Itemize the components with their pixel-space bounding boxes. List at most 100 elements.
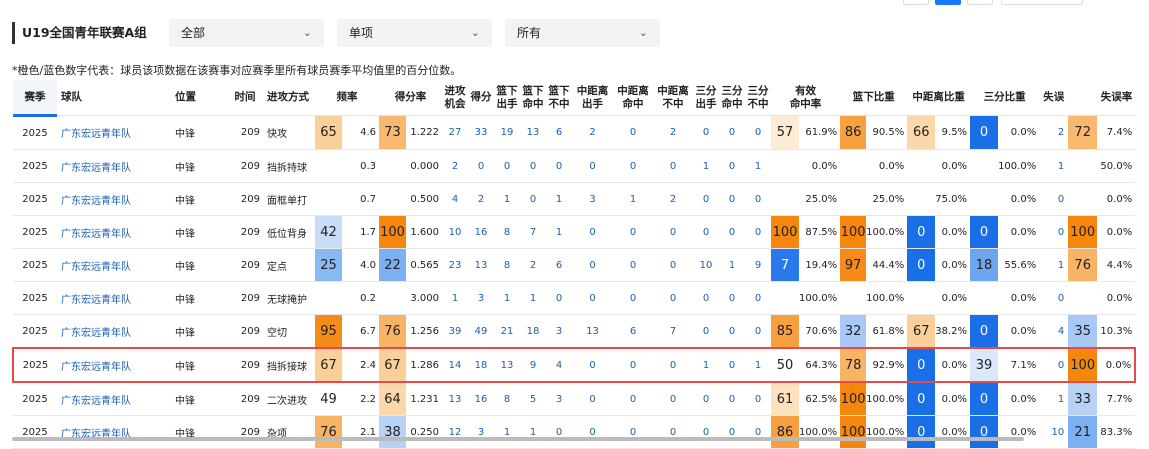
points-cell[interactable]: 3	[468, 281, 494, 315]
stat-type-filter-select[interactable]: 单项 ⌄	[337, 19, 492, 47]
three-makes-cell[interactable]: 0	[719, 347, 745, 383]
three-makes-cell[interactable]: 0	[719, 182, 745, 216]
rim-misses-cell[interactable]: 4	[546, 347, 572, 383]
turnovers-cell[interactable]: 1	[1039, 149, 1069, 183]
rim-attempts-cell[interactable]: 19	[494, 115, 520, 150]
three-makes-cell[interactable]: 1	[719, 248, 745, 282]
three-misses-cell[interactable]: 1	[745, 347, 771, 383]
header-turnovers[interactable]: 失误	[1039, 80, 1069, 116]
mid-attempts-cell[interactable]: 0	[572, 347, 613, 383]
three-attempts-cell[interactable]: 1	[693, 347, 719, 383]
three-makes-cell[interactable]: 0	[719, 115, 745, 150]
team-link[interactable]: 广东宏远青年队	[57, 347, 171, 383]
header-position[interactable]: 位置	[171, 80, 227, 116]
possessions-cell[interactable]: 23	[442, 248, 468, 282]
three-attempts-cell[interactable]: 1	[693, 149, 719, 183]
rim-misses-cell[interactable]: 1	[546, 182, 572, 216]
mid-attempts-cell[interactable]: 2	[572, 115, 613, 150]
rim-misses-cell[interactable]: 6	[546, 248, 572, 282]
three-misses-cell[interactable]: 0	[745, 215, 771, 249]
three-misses-cell[interactable]: 0	[745, 314, 771, 349]
team-link[interactable]: 广东宏远青年队	[57, 281, 171, 315]
pager-button-active[interactable]	[935, 0, 961, 5]
possessions-cell[interactable]: 4	[442, 182, 468, 216]
header-mid-attempts[interactable]: 中距离 出手	[572, 80, 613, 116]
header-frequency[interactable]: 频率	[315, 80, 379, 116]
points-cell[interactable]: 16	[468, 382, 494, 416]
points-cell[interactable]: 33	[468, 115, 494, 150]
pager-button[interactable]	[967, 0, 993, 5]
header-rim-makes[interactable]: 篮下 命中	[520, 80, 546, 116]
header-play-type[interactable]: 进攻方式	[263, 80, 315, 116]
possessions-cell[interactable]: 1	[442, 281, 468, 315]
mid-attempts-cell[interactable]: 0	[572, 415, 613, 449]
header-three-ratio[interactable]: 三分比重	[970, 80, 1040, 116]
header-three-attempts[interactable]: 三分 出手	[693, 80, 719, 116]
header-three-misses[interactable]: 三分 不中	[745, 80, 771, 116]
turnovers-cell[interactable]: 0	[1039, 281, 1069, 315]
rim-makes-cell[interactable]: 0	[520, 182, 546, 216]
team-link[interactable]: 广东宏远青年队	[57, 248, 171, 282]
turnovers-cell[interactable]: 0	[1039, 347, 1069, 383]
rim-makes-cell[interactable]: 1	[520, 415, 546, 449]
header-rim-ratio[interactable]: 篮下比重	[840, 80, 908, 116]
team-link[interactable]: 广东宏远青年队	[57, 115, 171, 150]
pager-button[interactable]	[903, 0, 929, 5]
three-attempts-cell[interactable]: 0	[693, 281, 719, 315]
three-misses-cell[interactable]: 0	[745, 415, 771, 449]
turnovers-cell[interactable]: 0	[1039, 215, 1069, 249]
header-three-makes[interactable]: 三分 命中	[719, 80, 745, 116]
mid-makes-cell[interactable]: 0	[613, 382, 653, 416]
rim-attempts-cell[interactable]: 1	[494, 281, 520, 315]
rim-attempts-cell[interactable]: 13	[494, 347, 520, 383]
rim-attempts-cell[interactable]: 8	[494, 382, 520, 416]
three-misses-cell[interactable]: 0	[745, 382, 771, 416]
possessions-cell[interactable]: 12	[442, 415, 468, 449]
turnovers-cell[interactable]: 1	[1039, 248, 1069, 282]
mid-misses-cell[interactable]: 0	[653, 149, 693, 183]
team-link[interactable]: 广东宏远青年队	[57, 182, 171, 216]
rim-makes-cell[interactable]: 2	[520, 248, 546, 282]
mid-makes-cell[interactable]: 0	[613, 415, 653, 449]
possessions-cell[interactable]: 13	[442, 382, 468, 416]
three-misses-cell[interactable]: 0	[745, 281, 771, 315]
three-misses-cell[interactable]: 9	[745, 248, 771, 282]
mid-makes-cell[interactable]: 0	[613, 149, 653, 183]
rim-makes-cell[interactable]: 18	[520, 314, 546, 349]
mid-attempts-cell[interactable]: 0	[572, 248, 613, 282]
mid-misses-cell[interactable]: 0	[653, 415, 693, 449]
rim-misses-cell[interactable]: 1	[546, 215, 572, 249]
rim-makes-cell[interactable]: 5	[520, 382, 546, 416]
header-rim-attempts[interactable]: 篮下 出手	[494, 80, 520, 116]
mid-makes-cell[interactable]: 6	[613, 314, 653, 349]
turnovers-cell[interactable]: 1	[1039, 382, 1069, 416]
season-filter-select[interactable]: 全部 ⌄	[169, 19, 324, 47]
header-time[interactable]: 时间	[227, 80, 263, 116]
possessions-cell[interactable]: 10	[442, 215, 468, 249]
mid-attempts-cell[interactable]: 13	[572, 314, 613, 349]
three-makes-cell[interactable]: 0	[719, 382, 745, 416]
team-link[interactable]: 广东宏远青年队	[57, 382, 171, 416]
points-cell[interactable]: 0	[468, 149, 494, 183]
header-mid-ratio[interactable]: 中距离比重	[907, 80, 971, 116]
header-rim-misses[interactable]: 篮下 不中	[546, 80, 572, 116]
rim-misses-cell[interactable]: 0	[546, 415, 572, 449]
mid-misses-cell[interactable]: 0	[653, 382, 693, 416]
rim-makes-cell[interactable]: 9	[520, 347, 546, 383]
three-misses-cell[interactable]: 0	[745, 115, 771, 150]
rim-attempts-cell[interactable]: 21	[494, 314, 520, 349]
turnovers-cell[interactable]: 2	[1039, 115, 1069, 150]
points-cell[interactable]: 18	[468, 347, 494, 383]
three-makes-cell[interactable]: 0	[719, 415, 745, 449]
turnovers-cell[interactable]: 10	[1039, 415, 1069, 449]
three-makes-cell[interactable]: 0	[719, 215, 745, 249]
mid-attempts-cell[interactable]: 0	[572, 281, 613, 315]
points-cell[interactable]: 3	[468, 415, 494, 449]
mid-misses-cell[interactable]: 2	[653, 115, 693, 150]
rim-makes-cell[interactable]: 1	[520, 281, 546, 315]
header-ppp[interactable]: 得分率	[379, 80, 442, 116]
header-turnover-rate[interactable]: 失误率	[1068, 80, 1136, 116]
team-link[interactable]: 广东宏远青年队	[57, 149, 171, 183]
turnovers-cell[interactable]: 4	[1039, 314, 1069, 349]
mid-misses-cell[interactable]: 7	[653, 314, 693, 349]
